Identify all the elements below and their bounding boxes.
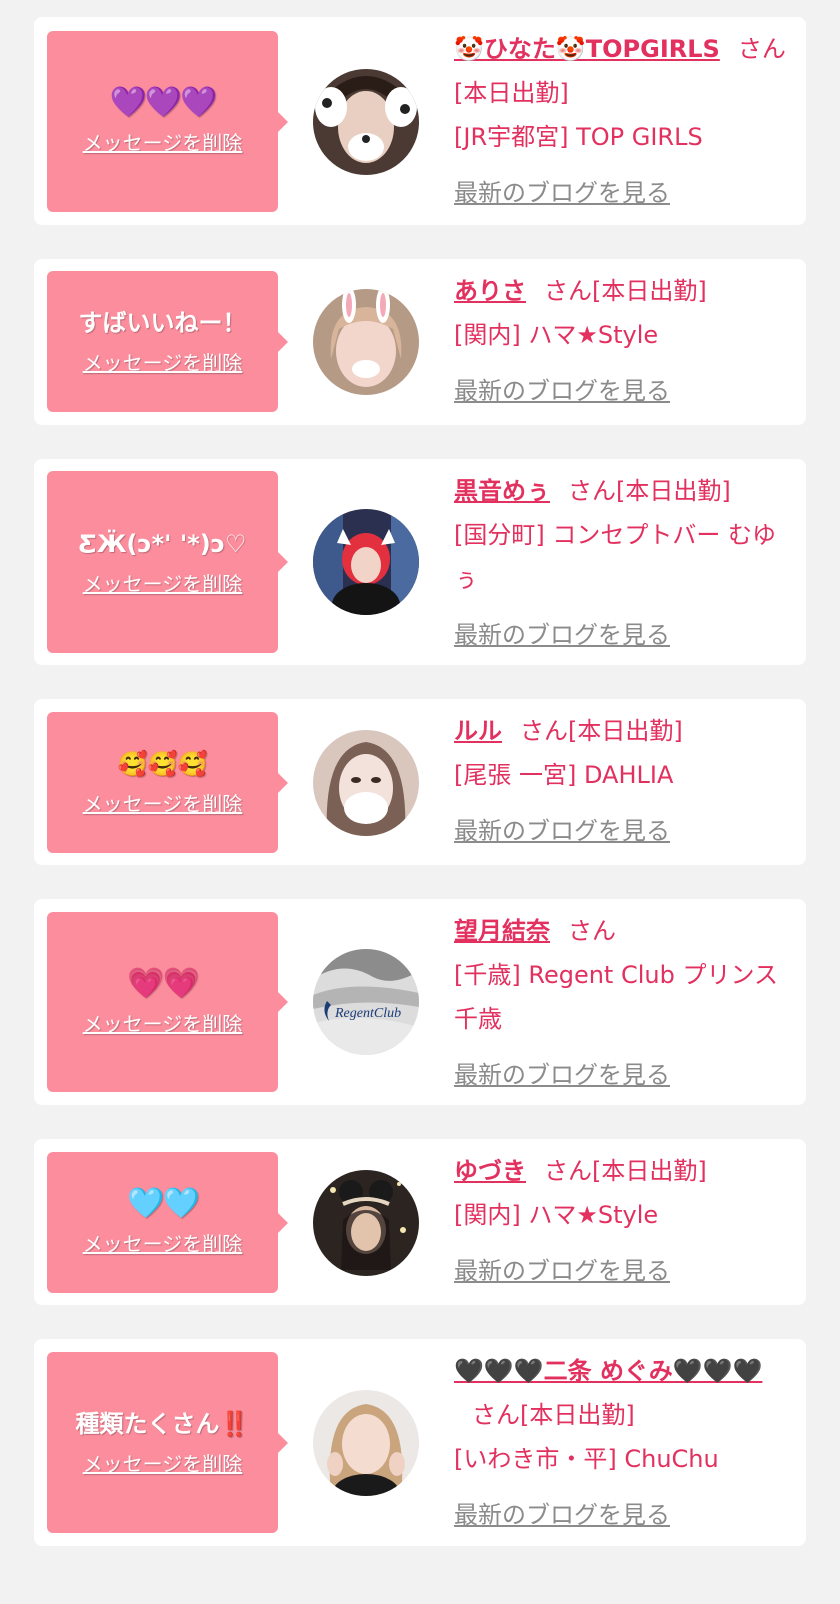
- avatar[interactable]: [313, 1170, 419, 1276]
- blog-link[interactable]: 最新のブログを見る: [454, 171, 799, 215]
- message-bubble: 💜💜💜 メッセージを削除: [47, 31, 288, 212]
- name-suffix: さん[本日出勤]: [544, 277, 707, 305]
- shop-name: [JR宇都宮] TOP GIRLS: [454, 123, 703, 151]
- list-item: 💜💜💜 メッセージを削除 🤡ひなた🤡TOPGIRLS さん[本日出勤] [JR宇都…: [34, 17, 806, 225]
- message-bubble: すばいいねー！ メッセージを削除: [47, 271, 288, 412]
- message-bubble: 🥰🥰🥰 メッセージを削除: [47, 712, 288, 853]
- message-bubble: 種類たくさん‼️ メッセージを削除: [47, 1352, 288, 1533]
- info-block: ありさ さん[本日出勤] [関内] ハマ★Style 最新のブログを見る: [454, 269, 799, 413]
- shop-name: [国分町] コンセプトバー むゆぅ: [454, 521, 776, 593]
- message-bubble: ƸӜ(ↄ*' '*)ↄ♡ メッセージを削除: [47, 471, 288, 653]
- name-suffix: さん[本日出勤]: [544, 1157, 707, 1185]
- delete-message-link[interactable]: メッセージを削除: [83, 1008, 243, 1037]
- list-item: 🩵🩵 メッセージを削除 ゆづき さん[本日出勤] [関内] ハマ★Style 最新…: [34, 1139, 806, 1305]
- girl-name-link[interactable]: 🤡ひなた🤡TOPGIRLS: [454, 35, 720, 63]
- message-text: 💗💗: [127, 965, 200, 1001]
- info-block: 黒音めぅ さん[本日出勤] [国分町] コンセプトバー むゆぅ 最新のブログを見る: [454, 469, 799, 657]
- avatar-photo: [313, 1390, 419, 1496]
- shop-name: [いわき市・平] ChuChu: [454, 1445, 719, 1473]
- avatar[interactable]: [313, 69, 419, 175]
- avatar[interactable]: [313, 289, 419, 395]
- girl-name-link[interactable]: ゆづき: [454, 1157, 526, 1185]
- blog-link[interactable]: 最新のブログを見る: [454, 1053, 799, 1097]
- avatar-photo: RegentClub: [313, 949, 419, 1055]
- info-block: 望月結奈 さん [千歳] Regent Club プリンス 千歳 最新のブログを見…: [454, 909, 799, 1097]
- message-text: ƸӜ(ↄ*' '*)ↄ♡: [78, 529, 247, 558]
- girl-name-link[interactable]: 望月結奈: [454, 917, 550, 945]
- avatar[interactable]: RegentClub: [313, 949, 419, 1055]
- name-suffix: さん[本日出勤]: [568, 477, 731, 505]
- shop-name: [関内] ハマ★Style: [454, 321, 659, 349]
- avatar[interactable]: [313, 1390, 419, 1496]
- info-block: 🖤🖤🖤二条 めぐみ🖤🖤🖤 さん[本日出勤] [いわき市・平] ChuChu 最新の…: [454, 1349, 799, 1537]
- message-text: すばいいねー！: [78, 309, 247, 337]
- blog-link[interactable]: 最新のブログを見る: [454, 809, 799, 853]
- avatar-photo: [313, 730, 419, 836]
- info-block: ゆづき さん[本日出勤] [関内] ハマ★Style 最新のブログを見る: [454, 1149, 799, 1293]
- shop-name: [千歳] Regent Club プリンス 千歳: [454, 961, 778, 1033]
- delete-message-link[interactable]: メッセージを削除: [83, 127, 243, 156]
- avatar-photo: [313, 1170, 419, 1276]
- info-block: ルル さん[本日出勤] [尾張 一宮] DAHLIA 最新のブログを見る: [454, 709, 799, 853]
- message-text: 🥰🥰🥰: [117, 750, 208, 778]
- message-text: 💜💜💜: [109, 85, 217, 120]
- shop-name: [関内] ハマ★Style: [454, 1201, 659, 1229]
- girl-name-link[interactable]: 🖤🖤🖤二条 めぐみ🖤🖤🖤: [454, 1357, 762, 1385]
- message-text: 種類たくさん‼️: [75, 1410, 250, 1438]
- delete-message-link[interactable]: メッセージを削除: [83, 1228, 243, 1257]
- message-text: 🩵🩵: [127, 1186, 200, 1221]
- girl-name-link[interactable]: ルル: [454, 717, 502, 745]
- blog-link[interactable]: 最新のブログを見る: [454, 1249, 799, 1293]
- delete-message-link[interactable]: メッセージを削除: [83, 347, 243, 376]
- list-item: 🥰🥰🥰 メッセージを削除 ルル さん[本日出勤] [尾張 一宮] DAHLIA 最…: [34, 699, 806, 865]
- name-suffix: さん[本日出勤]: [472, 1401, 635, 1429]
- blog-link[interactable]: 最新のブログを見る: [454, 1493, 799, 1537]
- delete-message-link[interactable]: メッセージを削除: [83, 788, 243, 817]
- avatar-logo-text: RegentClub: [334, 1006, 401, 1021]
- shop-name: [尾張 一宮] DAHLIA: [454, 761, 674, 789]
- message-bubble: 💗💗 メッセージを削除: [47, 912, 288, 1092]
- list-item: 種類たくさん‼️ メッセージを削除 🖤🖤🖤二条 めぐみ🖤🖤🖤 さん[本日出勤] […: [34, 1339, 806, 1546]
- girl-name-link[interactable]: 黒音めぅ: [454, 477, 550, 505]
- delete-message-link[interactable]: メッセージを削除: [83, 568, 243, 597]
- avatar-photo: [313, 509, 419, 615]
- message-bubble: 🩵🩵 メッセージを削除: [47, 1152, 288, 1293]
- list-item: すばいいねー！ メッセージを削除 ありさ さん[本日出勤] [関内] ハマ★Sty…: [34, 259, 806, 425]
- avatar-photo: [313, 289, 419, 395]
- list-item: 💗💗 メッセージを削除 RegentClub 望月結奈 さん [千歳] Regen…: [34, 899, 806, 1105]
- message-list: 💜💜💜 メッセージを削除 🤡ひなた🤡TOPGIRLS さん[本日出勤] [JR宇都…: [0, 0, 840, 1604]
- girl-name-link[interactable]: ありさ: [454, 277, 526, 305]
- delete-message-link[interactable]: メッセージを削除: [83, 1448, 243, 1477]
- name-suffix: さん[本日出勤]: [520, 717, 683, 745]
- blog-link[interactable]: 最新のブログを見る: [454, 613, 799, 657]
- name-suffix: さん: [568, 917, 616, 945]
- blog-link[interactable]: 最新のブログを見る: [454, 369, 799, 413]
- avatar[interactable]: [313, 509, 419, 615]
- list-item: ƸӜ(ↄ*' '*)ↄ♡ メッセージを削除 黒音めぅ さん[本日出勤] [国分町]…: [34, 459, 806, 665]
- info-block: 🤡ひなた🤡TOPGIRLS さん[本日出勤] [JR宇都宮] TOP GIRLS …: [454, 27, 799, 215]
- avatar[interactable]: [313, 730, 419, 836]
- avatar-photo: [313, 69, 419, 175]
